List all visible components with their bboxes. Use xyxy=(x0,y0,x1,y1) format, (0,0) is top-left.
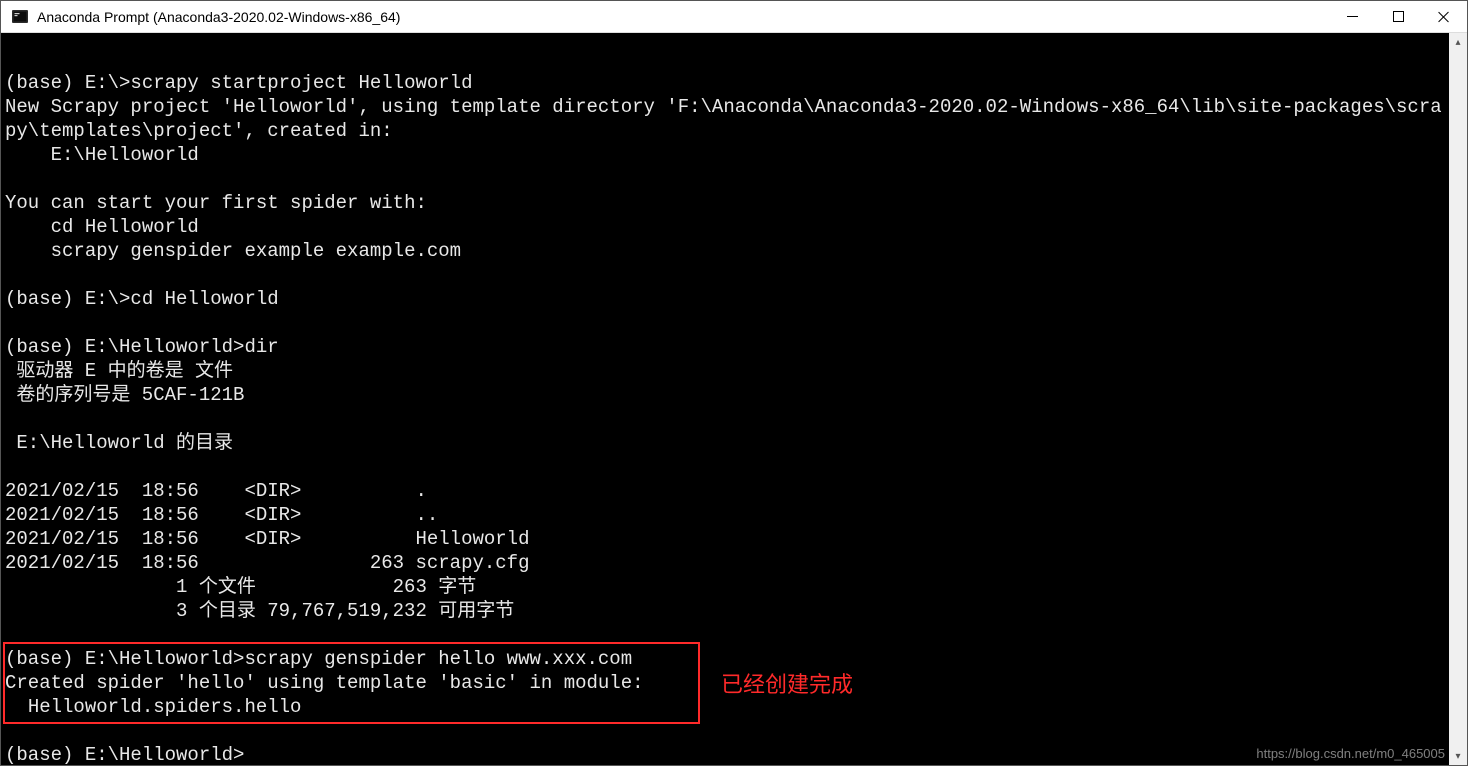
scroll-down-button[interactable]: ▾ xyxy=(1449,747,1467,765)
chevron-up-icon: ▴ xyxy=(1455,37,1460,48)
app-icon xyxy=(11,8,29,26)
chevron-down-icon: ▾ xyxy=(1455,751,1460,762)
app-window: Anaconda Prompt (Anaconda3-2020.02-Windo… xyxy=(0,0,1468,766)
minimize-button[interactable] xyxy=(1329,1,1375,33)
maximize-icon xyxy=(1393,11,1404,22)
scroll-track[interactable] xyxy=(1449,51,1467,747)
minimize-icon xyxy=(1347,16,1358,17)
client-area: (base) E:\>scrapy startproject Helloworl… xyxy=(1,33,1467,765)
vertical-scrollbar[interactable]: ▴ ▾ xyxy=(1449,33,1467,765)
window-title: Anaconda Prompt (Anaconda3-2020.02-Windo… xyxy=(37,9,400,25)
close-icon xyxy=(1438,11,1450,23)
terminal-viewport[interactable]: (base) E:\>scrapy startproject Helloworl… xyxy=(1,33,1449,765)
scroll-up-button[interactable]: ▴ xyxy=(1449,33,1467,51)
close-button[interactable] xyxy=(1421,1,1467,33)
terminal-output[interactable]: (base) E:\>scrapy startproject Helloworl… xyxy=(1,47,1449,765)
maximize-button[interactable] xyxy=(1375,1,1421,33)
title-bar[interactable]: Anaconda Prompt (Anaconda3-2020.02-Windo… xyxy=(1,1,1467,33)
